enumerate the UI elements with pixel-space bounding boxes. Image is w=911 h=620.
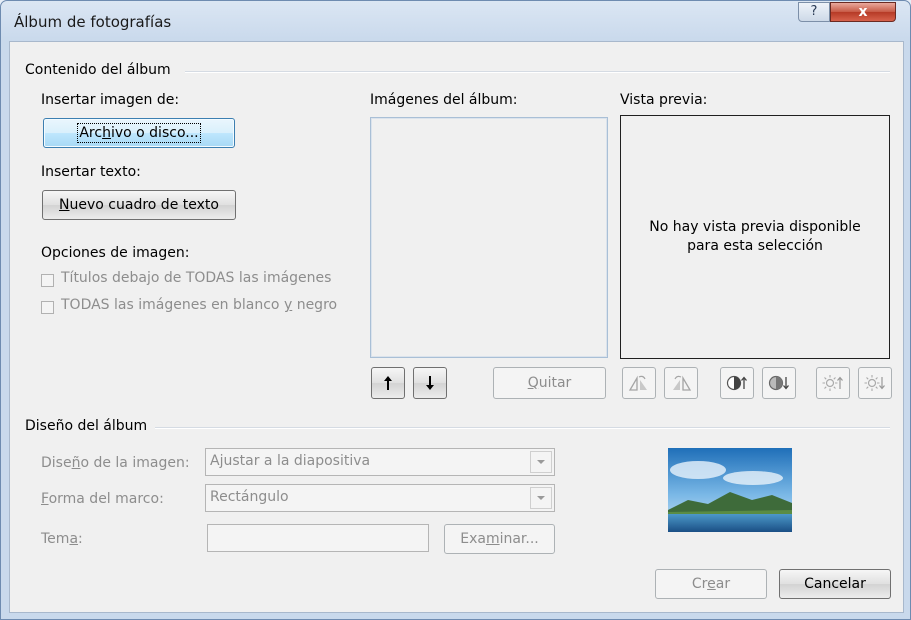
brightness-up-icon (822, 375, 843, 391)
chevron-down-icon (537, 460, 545, 464)
close-button[interactable]: x (830, 2, 896, 22)
captions-checkbox[interactable] (41, 274, 54, 287)
file-or-disk-button[interactable]: Archivo o disco... (43, 118, 235, 148)
less-contrast-button[interactable] (762, 367, 796, 399)
create-button-label: Crear (691, 576, 731, 592)
create-button[interactable]: Crear (655, 569, 767, 599)
picture-layout-dropdown-button[interactable] (530, 451, 552, 473)
preview-pane: No hay vista previa disponible para esta… (620, 115, 890, 359)
layout-preview-thumbnail (668, 448, 792, 532)
picture-layout-value: Ajustar a la diapositiva (210, 453, 371, 469)
contrast-down-icon (768, 375, 789, 391)
black-white-checkbox[interactable] (41, 301, 54, 314)
help-icon: ? (810, 4, 818, 19)
frame-shape-dropdown[interactable]: Rectángulo (205, 484, 555, 512)
no-preview-line-2: para esta selección (687, 238, 823, 254)
black-white-checkbox-label: TODAS las imágenes en blanco y negro (61, 297, 338, 313)
theme-field[interactable] (207, 524, 429, 552)
cancel-button[interactable]: Cancelar (779, 569, 891, 599)
album-content-group-label: Contenido del álbum (25, 62, 177, 78)
file-or-disk-button-label: Archivo o disco... (77, 123, 201, 143)
rotate-left-button[interactable] (622, 367, 656, 399)
move-down-button[interactable] (413, 367, 447, 399)
album-layout-divider (155, 427, 890, 429)
chevron-down-icon (537, 496, 545, 500)
more-contrast-button[interactable] (720, 367, 754, 399)
picture-layout-label: Diseño de la imagen: (41, 455, 190, 471)
rotate-left-icon (628, 375, 647, 391)
theme-label: Tema: (41, 531, 83, 547)
contrast-up-icon (726, 375, 747, 391)
help-button[interactable]: ? (798, 2, 830, 22)
album-layout-group-label: Diseño del álbum (25, 418, 154, 434)
less-brightness-button[interactable] (858, 367, 892, 399)
browse-button[interactable]: Examinar... (444, 524, 555, 554)
album-images-label: Imágenes del álbum: (370, 92, 518, 108)
title-bar: Álbum de fotografías ? x (1, 1, 910, 41)
move-down-icon (426, 376, 434, 390)
no-preview-line-1: No hay vista previa disponible (649, 219, 861, 235)
move-up-button[interactable] (371, 367, 405, 399)
rotate-right-icon (673, 375, 692, 391)
album-images-list[interactable] (370, 117, 608, 358)
frame-shape-dropdown-button[interactable] (530, 487, 552, 509)
more-brightness-button[interactable] (816, 367, 850, 399)
browse-button-label: Examinar... (460, 531, 539, 547)
dialog-window: Álbum de fotografías ? x Contenido del á… (0, 0, 911, 620)
captions-checkbox-label: Títulos debajo de TODAS las imágenes (61, 270, 332, 286)
move-up-icon (384, 376, 392, 390)
remove-button-label: Quitar (527, 375, 572, 391)
frame-shape-value: Rectángulo (210, 489, 289, 505)
insert-text-label: Insertar texto: (41, 164, 141, 180)
album-content-divider (185, 71, 890, 73)
preview-label: Vista previa: (620, 92, 708, 108)
remove-button[interactable]: Quitar (493, 367, 606, 399)
new-text-box-button[interactable]: Nuevo cuadro de texto (42, 190, 236, 220)
image-options-label: Opciones de imagen: (41, 245, 190, 261)
no-preview-message: No hay vista previa disponible para esta… (621, 218, 889, 256)
close-icon: x (858, 4, 868, 20)
rotate-right-button[interactable] (664, 367, 698, 399)
brightness-down-icon (864, 375, 885, 391)
dialog-title: Álbum de fotografías (14, 13, 172, 31)
insert-image-label: Insertar imagen de: (41, 92, 180, 108)
picture-layout-dropdown[interactable]: Ajustar a la diapositiva (205, 448, 555, 476)
dialog-body: Contenido del álbum Insertar imagen de: … (9, 41, 904, 613)
new-text-box-button-label: Nuevo cuadro de texto (59, 197, 219, 213)
frame-shape-label: Forma del marco: (41, 491, 164, 507)
